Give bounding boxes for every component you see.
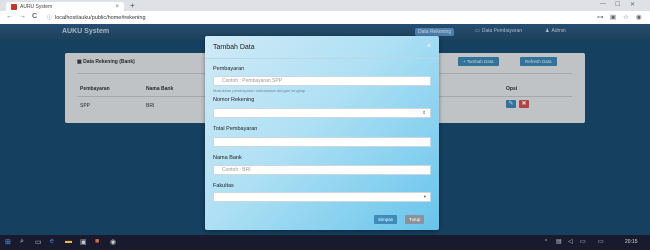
- url-text: localhost/auku/public/home#rekening: [55, 14, 146, 21]
- star-icon[interactable]: ☆: [623, 13, 629, 21]
- profile-icon[interactable]: ◉: [636, 13, 642, 21]
- save-button[interactable]: Simpan: [374, 215, 398, 224]
- pembayaran-help: Masukkan pembayaran mahasiswa dengan len…: [213, 88, 306, 93]
- bank-placeholder: Contoh : BRI: [222, 167, 251, 173]
- modal-divider: [205, 58, 439, 59]
- total-label: Total Pembayaran: [213, 126, 258, 132]
- tab-close-icon[interactable]: ×: [115, 4, 119, 10]
- tray-chevron-icon[interactable]: ^: [545, 239, 547, 245]
- total-input[interactable]: [213, 137, 431, 147]
- rekening-label: Nomor Rekening: [213, 97, 255, 103]
- chevron-down-icon: ▾: [423, 194, 426, 199]
- pembayaran-placeholder: Contoh : Pembayaran SPP: [222, 78, 283, 84]
- folder-icon[interactable]: ▬: [65, 238, 72, 245]
- notification-icon[interactable]: ▭: [598, 238, 604, 245]
- task-view-icon[interactable]: ▭: [35, 238, 42, 246]
- fakultas-select[interactable]: ▾: [213, 192, 431, 202]
- close-window-icon[interactable]: ✕: [630, 1, 635, 8]
- tab-title: AURU System: [20, 3, 53, 10]
- select-arrows-icon: ⇕: [422, 110, 426, 115]
- reload-icon[interactable]: C: [32, 13, 37, 20]
- modal-close-icon[interactable]: ×: [427, 43, 431, 50]
- fakultas-label: Fakultas: [213, 183, 234, 189]
- new-tab-button[interactable]: +: [130, 1, 135, 10]
- browser-tab[interactable]: AURU System ×: [6, 2, 124, 11]
- modal-title: Tambah Data: [213, 44, 255, 51]
- volume-icon[interactable]: ◁: [568, 238, 573, 245]
- back-icon[interactable]: ←: [6, 13, 13, 20]
- add-data-modal: Tambah Data × Pembayaran Contoh : Pembay…: [205, 36, 439, 230]
- minimize-icon[interactable]: —: [600, 1, 606, 7]
- browser-tab-bar: AURU System × + — ☐ ✕: [0, 0, 650, 11]
- windows-start-icon[interactable]: ⊞: [5, 238, 11, 246]
- forward-icon[interactable]: →: [19, 13, 26, 20]
- close-button[interactable]: Tutup: [405, 215, 425, 224]
- os-taskbar: ⊞ ⌕ ▭ e ▬ ▣ ■ ◉ ^ ▤ ◁ ▭ ▭ 20:15: [0, 235, 650, 250]
- address-bar[interactable]: ⓘ localhost/auku/public/home#rekening: [47, 13, 587, 22]
- network-icon[interactable]: ▤: [556, 238, 562, 245]
- search-icon[interactable]: ⌕: [20, 238, 24, 246]
- app-icon[interactable]: ■: [95, 238, 99, 245]
- extension-icon[interactable]: ▣: [610, 13, 616, 21]
- maximize-icon[interactable]: ☐: [615, 1, 620, 8]
- favicon-icon: [11, 3, 17, 10]
- edge-icon[interactable]: e: [50, 238, 54, 245]
- pembayaran-label: Pembayaran: [213, 66, 245, 72]
- bank-label: Nama Bank: [213, 155, 242, 161]
- key-icon[interactable]: ⊶: [597, 13, 604, 21]
- info-icon: ⓘ: [47, 15, 53, 21]
- browser-toolbar: ← → C ⓘ localhost/auku/public/home#reken…: [0, 11, 650, 25]
- chrome-icon[interactable]: ◉: [110, 238, 116, 246]
- store-icon[interactable]: ▣: [80, 238, 87, 246]
- clock: 20:15: [625, 239, 638, 245]
- bank-input[interactable]: Contoh : BRI: [213, 165, 431, 175]
- pembayaran-input[interactable]: Contoh : Pembayaran SPP: [213, 76, 431, 86]
- battery-icon[interactable]: ▭: [580, 238, 586, 245]
- rekening-select[interactable]: ⇕: [213, 108, 431, 118]
